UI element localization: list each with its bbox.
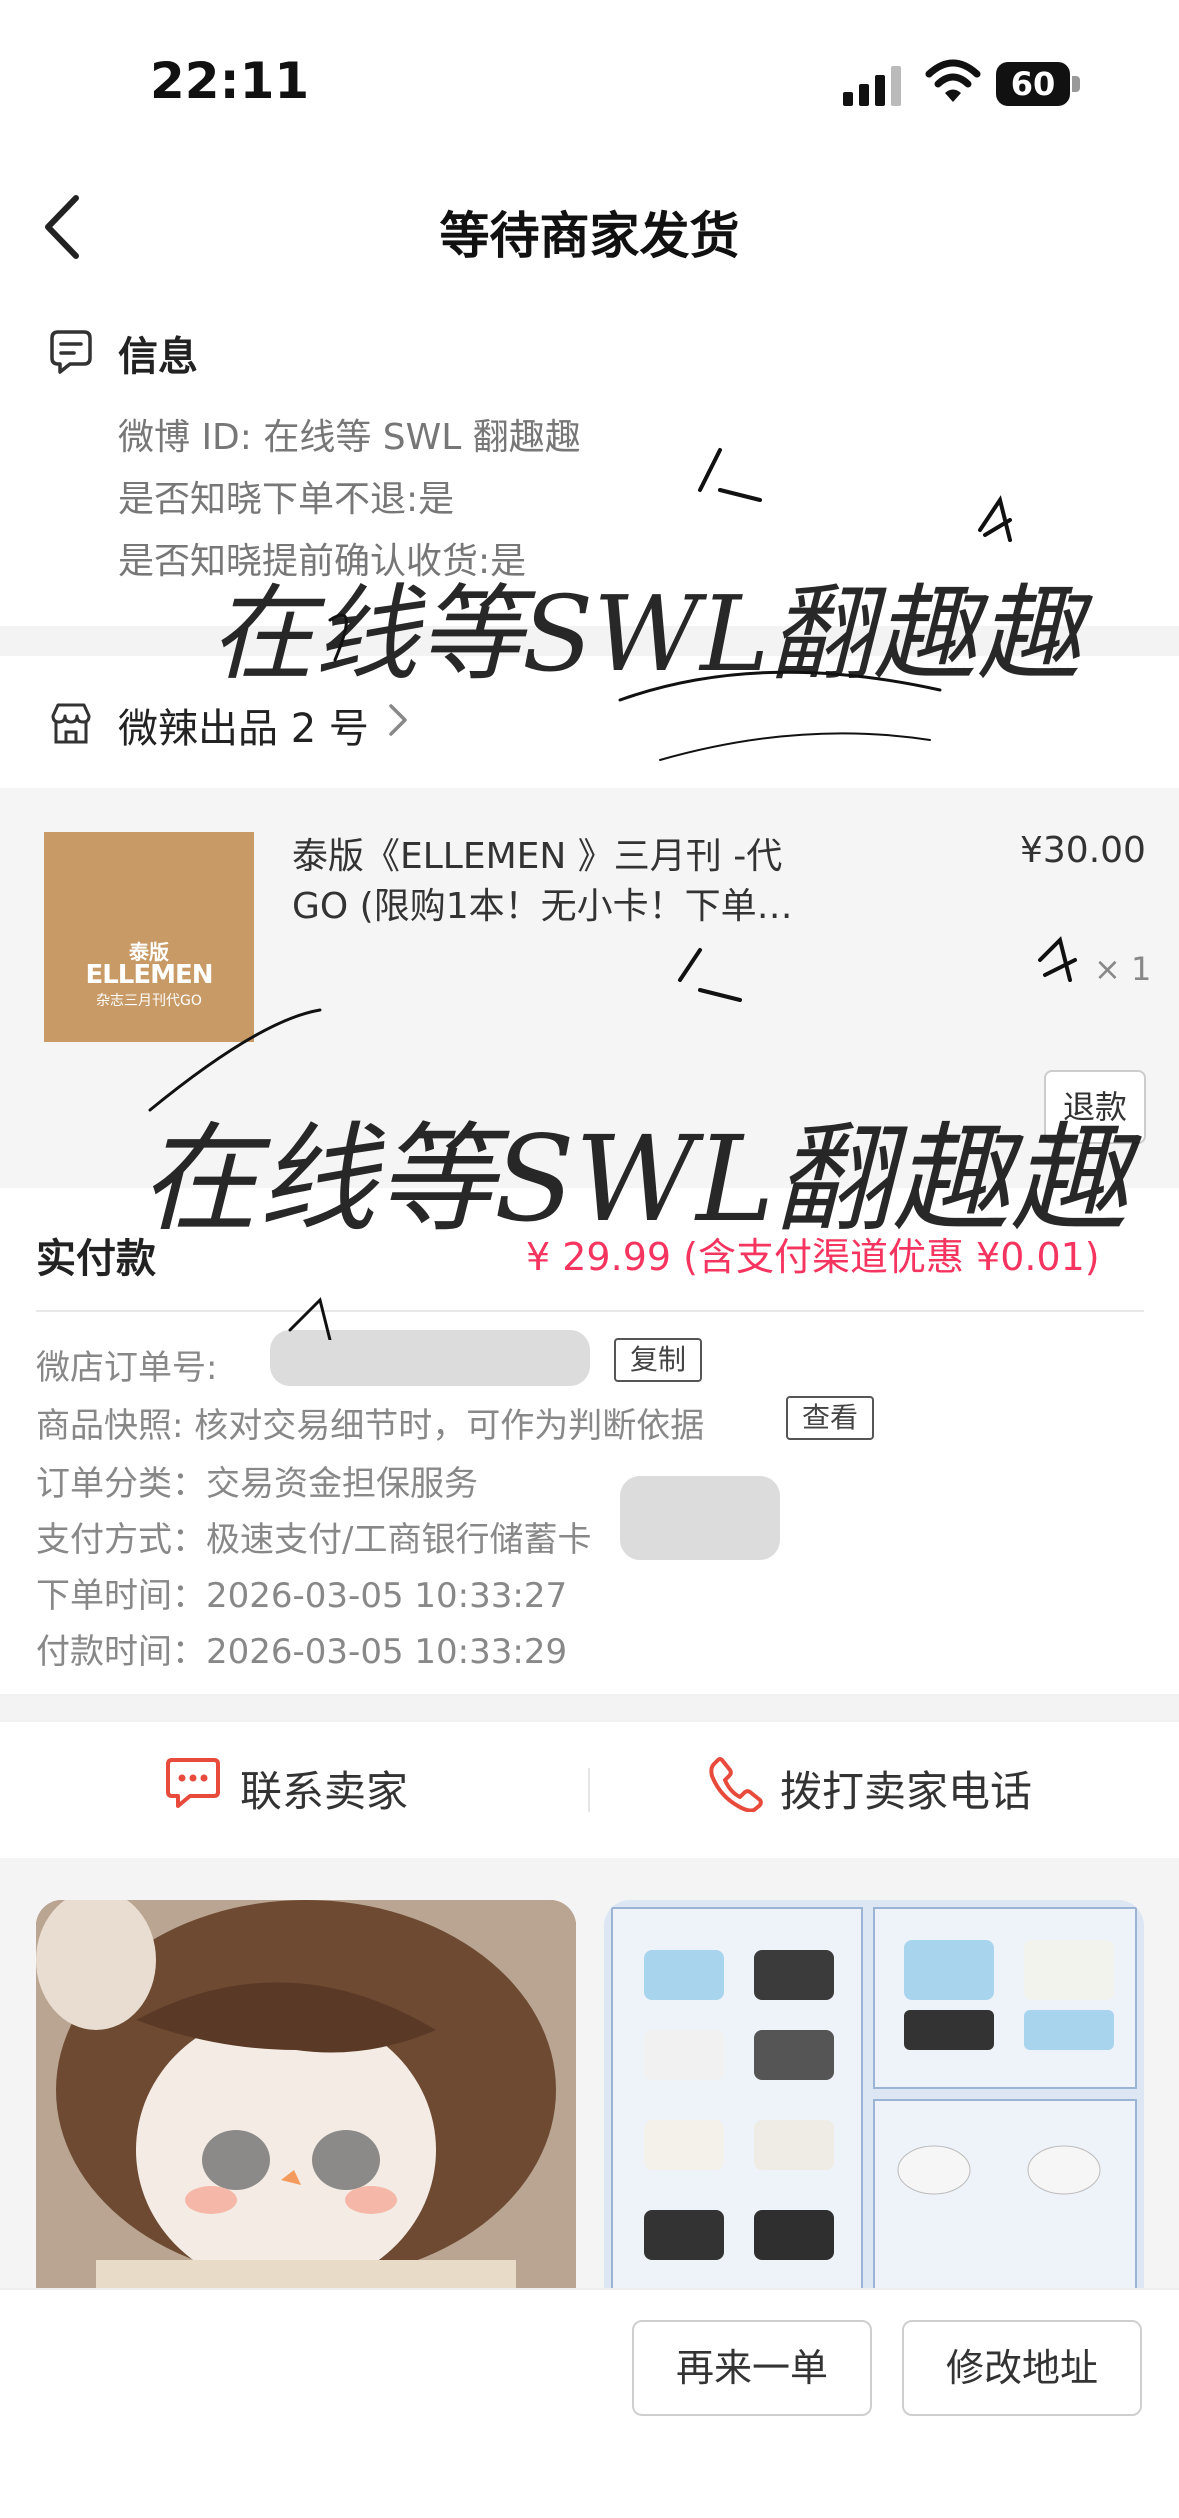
recommended-product-doll-clothes[interactable] [604,1900,1144,2300]
product-title-line-1[interactable]: 泰版《ELLEMEN 》三月刊 -代 [292,832,862,882]
section-divider-2 [0,1694,1179,1722]
shop-icon[interactable] [48,700,94,746]
battery-icon: 60 [996,62,1082,106]
product-quantity: × 1 [1094,950,1152,988]
status-time: 22:11 [150,52,310,110]
product-thumbnail[interactable]: 泰版 ELLEMEN 杂志三月刊代GO [44,832,254,1042]
paid-amount-value: ¥ 29.99 (含支付渠道优惠 ¥0.01) [526,1235,1100,1279]
order-number-label: 微店订单号: [36,1348,218,1388]
refund-button[interactable]: 退款 [1044,1070,1146,1144]
info-section-title: 信息 [118,334,198,380]
product-price: ¥30.00 [1020,830,1146,871]
copy-button[interactable]: 复制 [614,1338,702,1382]
product-title-line-2[interactable]: GO (限购1本！无小卡！下单… [292,882,862,932]
payment-time: 付款时间：2026-03-05 10:33:29 [36,1632,568,1672]
contact-seller-button[interactable]: 联系卖家 [240,1758,408,1819]
thumbnail-text-2: ELLEMEN [85,960,213,990]
recommended-product-plush-doll[interactable] [36,1900,576,2300]
reorder-button[interactable]: 再来一单 [632,2320,872,2416]
battery-level: 60 [1010,65,1056,103]
payment-method: 支付方式：极速支付/工商银行储蓄卡 [36,1520,592,1560]
shop-name[interactable]: 微辣出品 2 号 [118,696,369,754]
change-address-button[interactable]: 修改地址 [902,2320,1142,2416]
chevron-right-icon[interactable] [386,700,410,740]
info-weibo-id: 微博 ID: 在线等 SWL 翻趣趣 [118,417,581,458]
order-time: 下单时间：2026-03-05 10:33:27 [36,1576,568,1616]
section-divider [0,626,1179,656]
plush-doll-image [36,1900,576,2300]
order-category: 订单分类：交易资金担保服务 [36,1464,478,1504]
call-seller-button[interactable]: 拨打卖家电话 [780,1758,1032,1819]
phone-icon[interactable] [708,1756,764,1812]
chat-icon[interactable] [164,1756,222,1812]
doll-clothes-catalog-image [604,1900,1144,2300]
contact-divider [588,1768,590,1812]
cellular-signal-icon [843,66,901,106]
view-snapshot-button[interactable]: 查看 [786,1396,874,1440]
paid-amount-label: 实付款 [36,1236,156,1282]
redacted-order-number [270,1330,590,1386]
page-title: 等待商家发货 [439,207,740,265]
divider-line [36,1310,1144,1312]
thumbnail-text-3: 杂志三月刊代GO [96,993,202,1009]
info-early-confirm: 是否知晓提前确认收货:是 [118,541,527,582]
message-info-icon [50,330,92,374]
wifi-icon [925,59,981,102]
redacted-card-number [620,1476,780,1560]
snapshot-text: 商品快照: 核对交易细节时，可作为判断依据 [36,1406,705,1446]
info-no-refund: 是否知晓下单不退:是 [118,479,455,520]
